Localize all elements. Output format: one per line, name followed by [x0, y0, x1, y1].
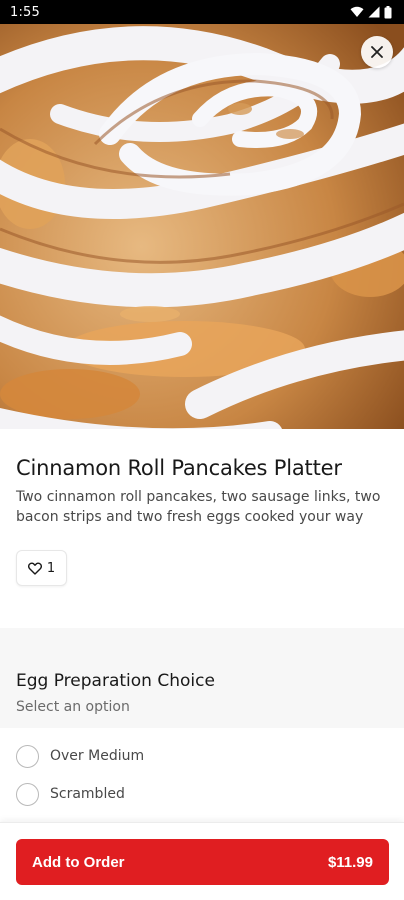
- heart-icon: [27, 561, 42, 575]
- like-button[interactable]: 1: [16, 550, 67, 586]
- option-label: Scrambled: [50, 786, 125, 802]
- item-details: Cinnamon Roll Pancakes Platter Two cinna…: [0, 429, 404, 586]
- add-to-order-button[interactable]: Add to Order $11.99: [16, 839, 389, 885]
- item-description: Two cinnamon roll pancakes, two sausage …: [16, 489, 381, 525]
- pancake-photo: [0, 24, 404, 429]
- egg-choice-subtitle: Select an option: [16, 699, 130, 715]
- option-scrambled[interactable]: Scrambled: [16, 775, 388, 813]
- battery-icon: [384, 5, 392, 18]
- signal-icon: [368, 6, 380, 18]
- order-price: $11.99: [327, 853, 373, 871]
- radio-button[interactable]: [16, 782, 39, 806]
- add-to-order-label: Add to Order: [32, 853, 125, 871]
- wifi-icon: [350, 6, 364, 17]
- close-icon: [371, 46, 383, 58]
- radio-button[interactable]: [16, 744, 39, 768]
- status-icons: [350, 5, 392, 19]
- status-time: 1:55: [10, 4, 40, 20]
- egg-choice-title: Egg Preparation Choice: [16, 671, 215, 691]
- status-bar: 1:55: [0, 0, 404, 24]
- item-title: Cinnamon Roll Pancakes Platter: [16, 456, 342, 480]
- close-button[interactable]: [361, 36, 393, 68]
- egg-options-list: Over Medium Scrambled: [16, 737, 388, 813]
- footer-bar: Add to Order $11.99: [0, 822, 404, 900]
- like-count: 1: [46, 560, 56, 576]
- option-label: Over Medium: [50, 748, 145, 764]
- item-hero-image: [0, 24, 404, 429]
- option-over-medium[interactable]: Over Medium: [16, 737, 388, 775]
